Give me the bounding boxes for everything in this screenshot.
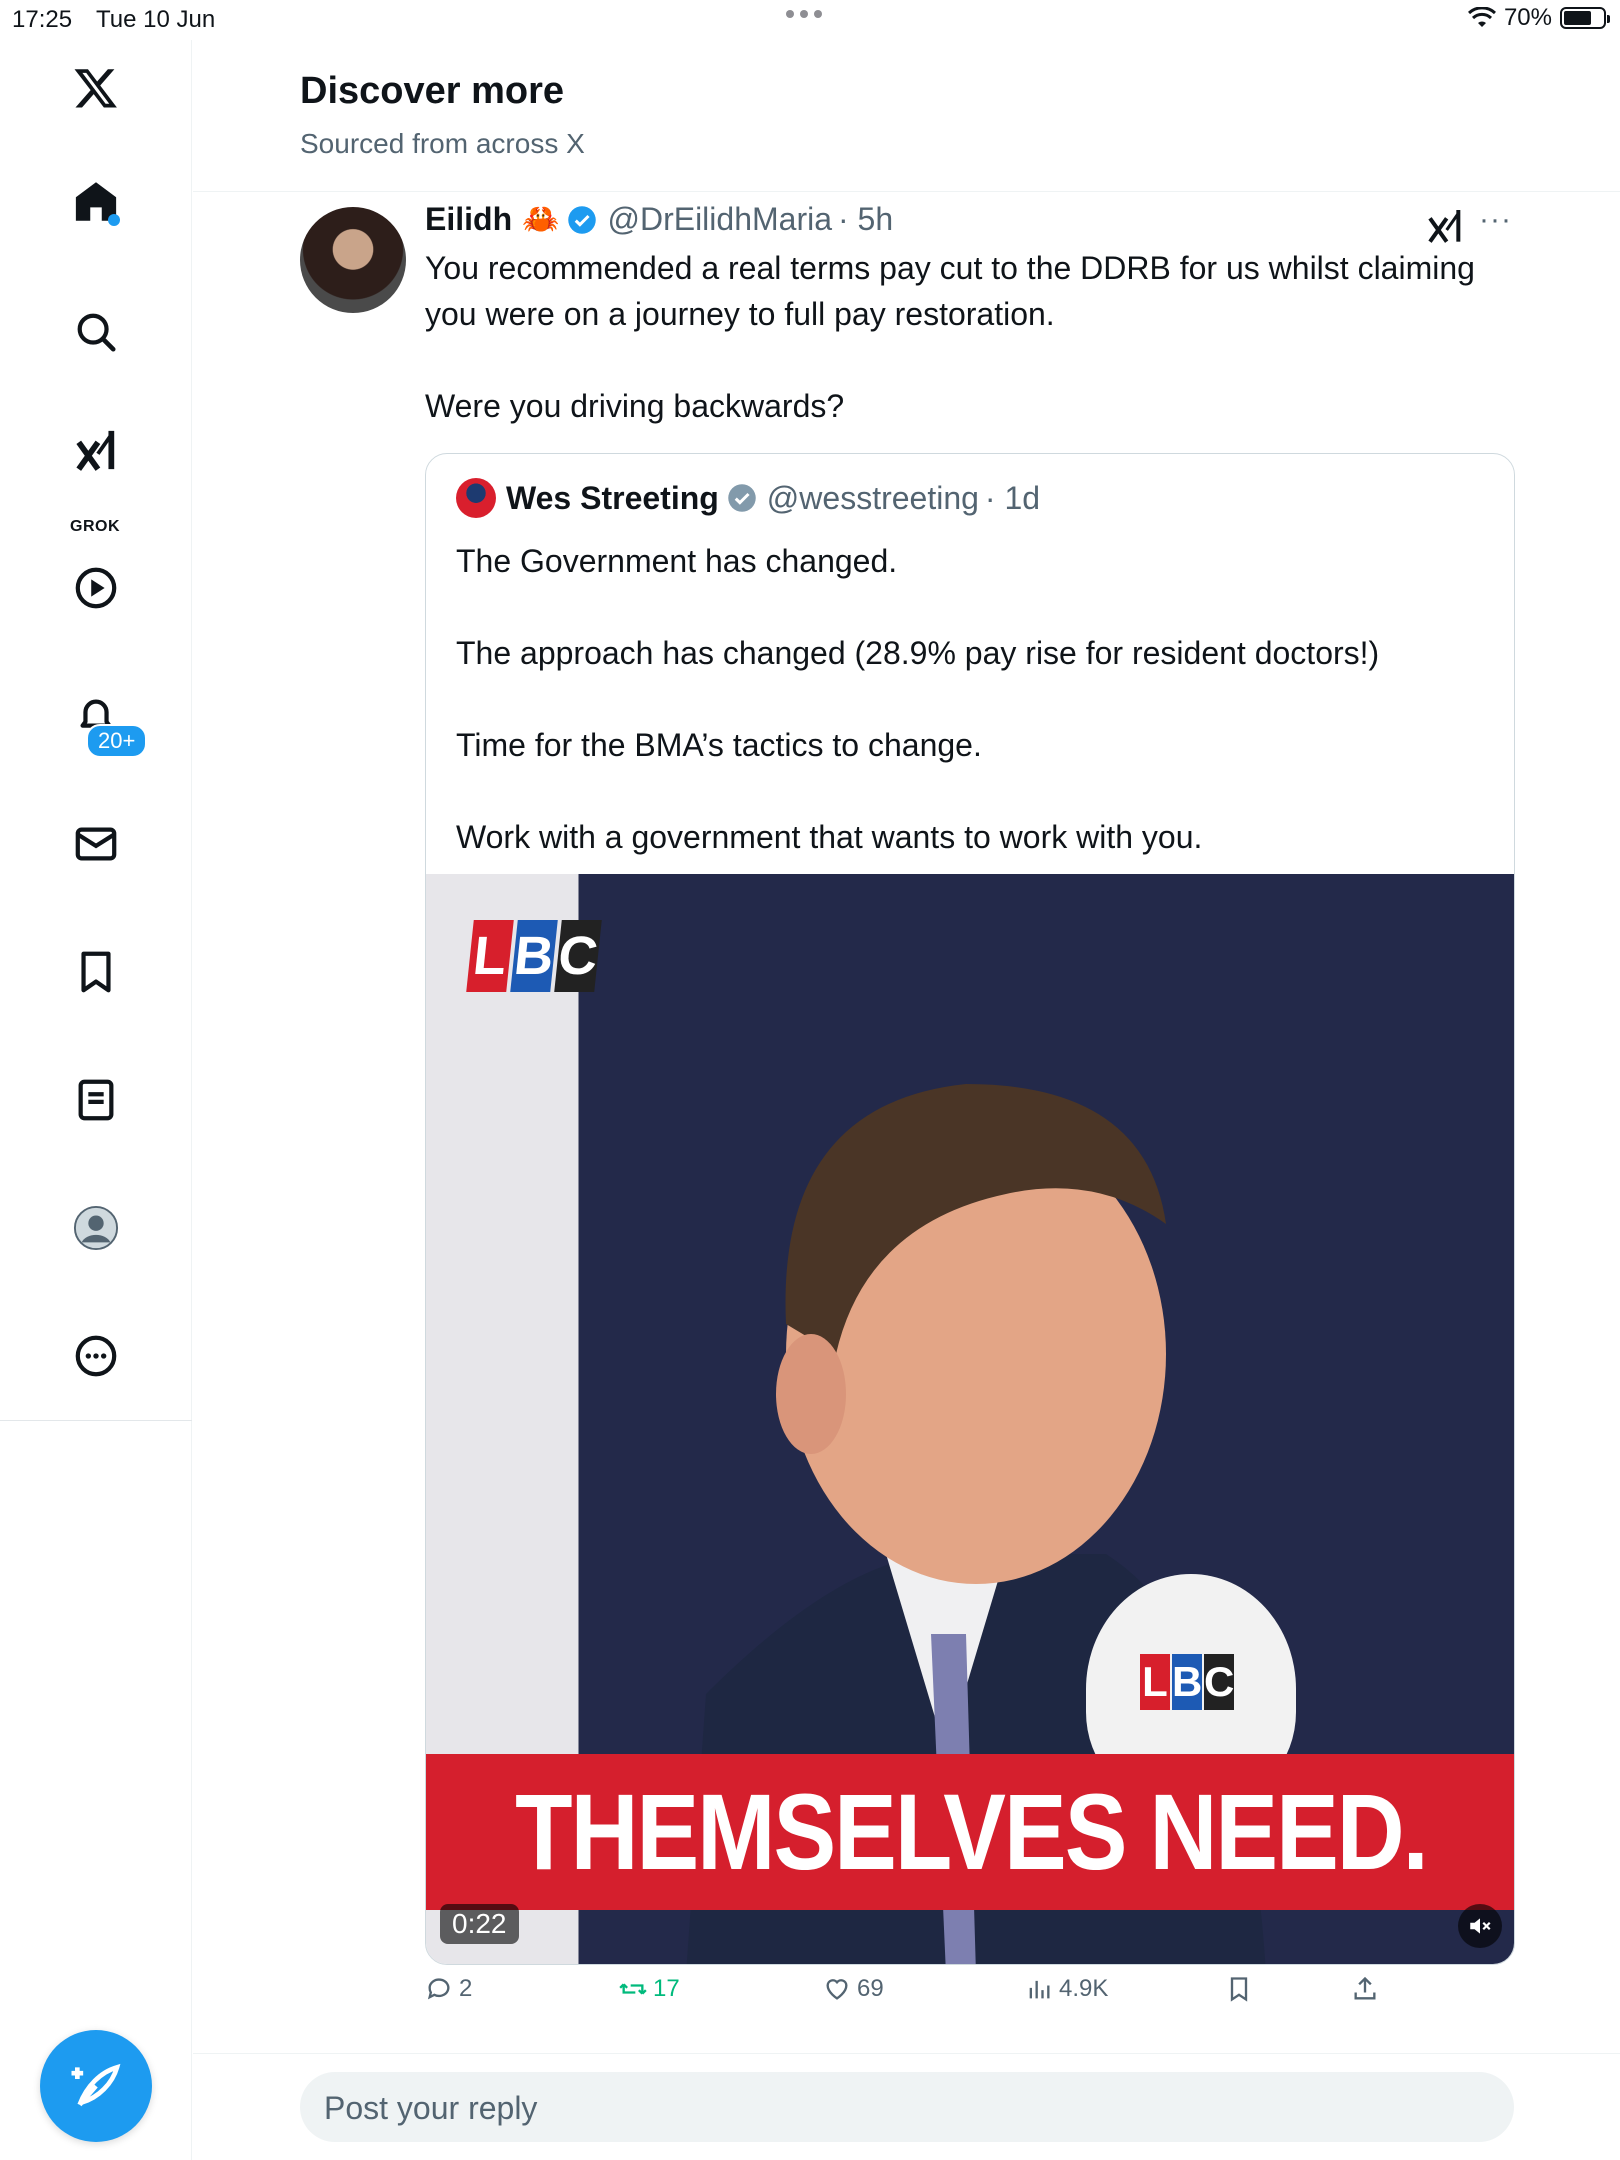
- repost-button[interactable]: 17: [619, 1975, 680, 2003]
- tweet-paragraph: Were you driving backwards?: [425, 388, 845, 424]
- author-name[interactable]: Eilidh: [425, 201, 512, 238]
- sidebar: GROK 20+: [0, 40, 192, 2160]
- crab-emoji: 🦀: [522, 203, 560, 236]
- reply-input[interactable]: Post your reply: [300, 2072, 1514, 2142]
- tweet-actions: 2 17 69 4.9K: [425, 1975, 1515, 2025]
- lbc-letter: C: [1204, 1654, 1234, 1710]
- like-count: 69: [857, 1975, 884, 2002]
- lbc-letter: C: [554, 920, 602, 992]
- battery-percent: 70%: [1503, 4, 1552, 31]
- quoted-tweet[interactable]: Wes Streeting @wesstreeting · 1d The Gov…: [425, 453, 1515, 1965]
- post-time[interactable]: · 5h: [838, 201, 893, 238]
- compose-feather-icon: [71, 2063, 121, 2107]
- tweet-paragraph: You recommended a real terms pay cut to …: [425, 250, 1475, 332]
- verified-badge-icon: [568, 205, 597, 234]
- government-verified-badge-icon: [728, 484, 756, 512]
- grok-label: GROK: [70, 518, 120, 535]
- mute-button[interactable]: [1458, 1904, 1502, 1948]
- status-bar: 17:25 Tue 10 Jun 70%: [0, 0, 1620, 40]
- lbc-letter: B: [510, 920, 558, 992]
- tweet[interactable]: Eilidh 🦀 @DrEilidhMaria · 5h ··· You rec…: [193, 193, 1620, 2053]
- grok-icon[interactable]: [66, 420, 126, 480]
- author-row: Eilidh 🦀 @DrEilidhMaria · 5h: [425, 201, 893, 238]
- reply-count: 2: [459, 1975, 473, 2002]
- wifi-icon: [1467, 7, 1496, 27]
- bookmarks-icon[interactable]: [66, 942, 126, 1002]
- quoted-author-name[interactable]: Wes Streeting: [506, 480, 719, 517]
- video-caption-bar: THEMSELVES NEED.: [426, 1754, 1514, 1910]
- bookmark-button[interactable]: [1225, 1975, 1253, 2003]
- bookmark-icon: [1230, 1977, 1248, 2002]
- grok-explain-icon[interactable]: [1425, 205, 1465, 245]
- quoted-post-time[interactable]: · 1d: [985, 480, 1040, 517]
- quoted-paragraph: Time for the BMA’s tactics to change.: [456, 727, 982, 763]
- mic-lbc-logo: L B C: [1140, 1654, 1234, 1710]
- status-time: 17:25: [12, 6, 73, 33]
- home-unread-dot: [108, 214, 120, 226]
- multitasking-dots-icon[interactable]: [786, 10, 822, 18]
- reply-icon: [427, 1978, 450, 2000]
- lists-icon[interactable]: [66, 1070, 126, 1130]
- quoted-paragraph: The approach has changed (28.9% pay rise…: [456, 635, 1380, 671]
- more-menu-icon[interactable]: ···: [1479, 203, 1512, 237]
- repost-icon: [619, 1983, 647, 1995]
- battery-icon: [1560, 7, 1610, 29]
- like-button[interactable]: 69: [823, 1975, 884, 2003]
- author-avatar[interactable]: [300, 207, 406, 313]
- compose-post-button[interactable]: [40, 2030, 152, 2142]
- heart-icon: [826, 1979, 848, 2000]
- quoted-author-handle[interactable]: @wesstreeting: [767, 480, 979, 517]
- search-icon[interactable]: [66, 302, 126, 362]
- lbc-letter: L: [1140, 1654, 1170, 1710]
- x-logo-icon[interactable]: [66, 58, 126, 118]
- quoted-author-avatar[interactable]: [456, 478, 496, 518]
- author-handle[interactable]: @DrEilidhMaria: [607, 201, 832, 238]
- reply-separator: [193, 2053, 1620, 2054]
- profile-avatar-icon[interactable]: [66, 1198, 126, 1258]
- messages-icon[interactable]: [66, 814, 126, 874]
- page-title: Discover more: [300, 70, 565, 112]
- views-bar-chart-icon: [1029, 1980, 1050, 1999]
- speaker-muted-icon: [1470, 1918, 1491, 1934]
- quoted-paragraph: The Government has changed.: [456, 543, 898, 579]
- page-header: Discover more Sourced from across X: [193, 40, 1620, 192]
- lbc-letter: L: [466, 920, 514, 992]
- quoted-text: The Government has changed. The approach…: [456, 538, 1496, 906]
- status-date: Tue 10 Jun: [96, 6, 216, 33]
- video-duration: 0:22: [440, 1904, 519, 1944]
- views-button[interactable]: 4.9K: [1025, 1975, 1108, 2003]
- repost-count: 17: [653, 1975, 680, 2002]
- lbc-logo: L B C: [466, 920, 602, 992]
- video-player[interactable]: L B C L B C THEMSELVES NEED. 0:22: [426, 874, 1514, 1964]
- more-options-icon[interactable]: [66, 1326, 126, 1386]
- notifications-badge: 20+: [86, 724, 148, 758]
- video-caption: THEMSELVES NEED.: [515, 1771, 1429, 1892]
- lbc-letter: B: [1172, 1654, 1202, 1710]
- tweet-text: You recommended a real terms pay cut to …: [425, 245, 1505, 475]
- share-icon: [1354, 1976, 1376, 2000]
- reply-placeholder: Post your reply: [324, 2090, 538, 2126]
- quoted-paragraph: Work with a government that wants to wor…: [456, 819, 1203, 855]
- page-subtitle: Sourced from across X: [300, 128, 585, 159]
- status-right: 70%: [1467, 4, 1610, 32]
- quoted-author-row: Wes Streeting @wesstreeting · 1d: [456, 478, 1040, 518]
- sidebar-divider: [0, 1420, 192, 1421]
- views-count: 4.9K: [1059, 1975, 1109, 2002]
- video-icon[interactable]: [66, 558, 126, 618]
- share-button[interactable]: [1351, 1975, 1379, 2003]
- reply-button[interactable]: 2: [425, 1975, 472, 2003]
